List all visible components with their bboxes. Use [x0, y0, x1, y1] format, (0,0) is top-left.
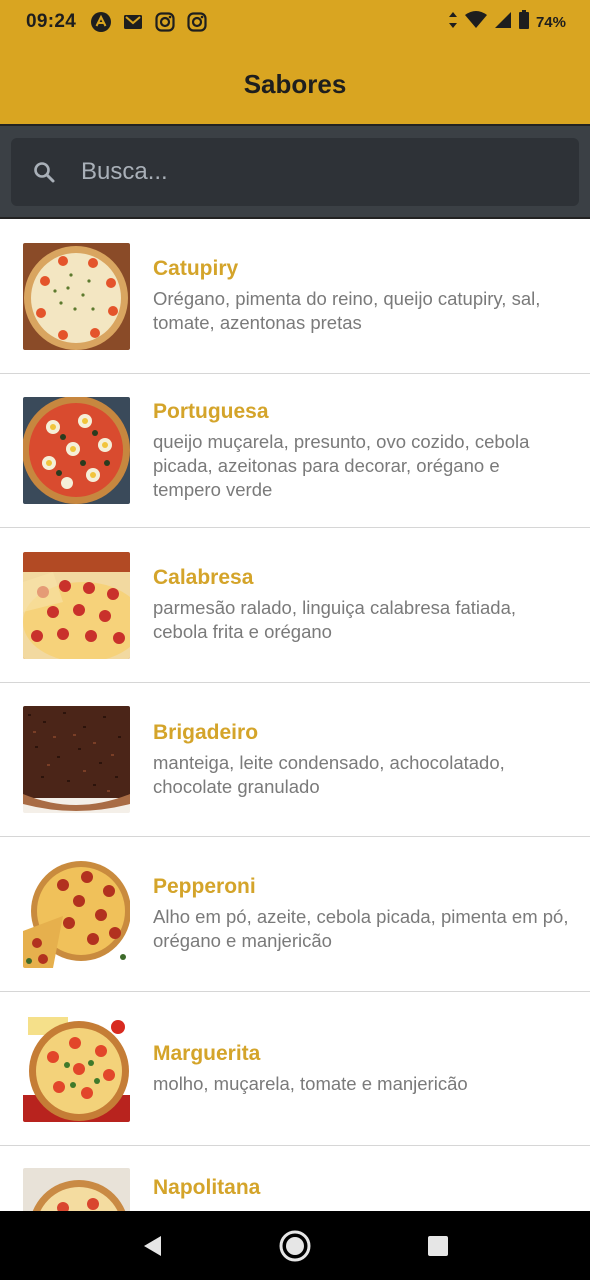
pizza-image — [23, 1168, 130, 1211]
flavor-list: Catupiry Orégano, pimenta do reino, quei… — [0, 219, 590, 1211]
flavor-name: Marguerita — [153, 1041, 261, 1065]
app-bar: Sabores — [0, 44, 590, 124]
wifi-icon — [464, 11, 488, 33]
item-text: Brigadeiro manteiga, leite condensado, a… — [153, 721, 570, 799]
item-text: Catupiry Orégano, pimenta do reino, quei… — [153, 257, 570, 335]
flavor-ingredients: manteiga, leite condensado, achocolatado… — [153, 751, 505, 797]
pizza-image — [23, 706, 130, 813]
home-icon[interactable] — [275, 1226, 315, 1266]
pizza-image — [23, 397, 130, 504]
search-bar — [0, 124, 590, 219]
notification-icons — [90, 11, 208, 33]
recents-icon[interactable] — [418, 1226, 458, 1266]
item-text: Marguerita molho, muçarela, tomate e man… — [153, 1042, 570, 1096]
list-item[interactable]: Brigadeiro manteiga, leite condensado, a… — [0, 683, 590, 837]
signal-icon — [494, 11, 512, 33]
gmail-icon — [122, 11, 144, 33]
data-arrows-icon — [448, 11, 458, 33]
flavor-name: Pepperoni — [153, 875, 256, 898]
list-item[interactable]: Portuguesa queijo muçarela, presunto, ov… — [0, 374, 590, 528]
instagram-icon — [186, 11, 208, 33]
page-title: Sabores — [243, 68, 347, 99]
flavor-ingredients: Alho em pó, azeite, cebola picada, pimen… — [153, 906, 569, 951]
status-bar: 09:24 74% — [0, 0, 590, 44]
battery-percent: 74% — [535, 13, 566, 31]
search-box[interactable] — [11, 138, 579, 206]
pizza-image — [23, 1015, 130, 1122]
list-item[interactable]: Napolitana — [0, 1146, 590, 1211]
item-text: Portuguesa queijo muçarela, presunto, ov… — [153, 400, 570, 502]
flavor-name: Calabresa — [153, 566, 254, 589]
flavor-name: Catupiry — [153, 257, 239, 280]
aptoide-icon — [90, 11, 112, 33]
item-text: Calabresa parmesão ralado, linguiça cala… — [153, 566, 570, 644]
flavor-ingredients: Orégano, pimenta do reino, queijo catupi… — [153, 288, 541, 333]
battery-icon — [518, 10, 530, 34]
list-item[interactable]: Pepperoni Alho em pó, azeite, cebola pic… — [0, 837, 590, 992]
system-icons: 74% — [448, 10, 566, 34]
flavor-ingredients: queijo muçarela, presunto, ovo cozido, c… — [153, 430, 530, 500]
flavor-name: Portuguesa — [153, 399, 269, 423]
list-item[interactable]: Catupiry Orégano, pimenta do reino, quei… — [0, 219, 590, 374]
list-item[interactable]: Marguerita molho, muçarela, tomate e man… — [0, 992, 590, 1146]
navigation-bar — [0, 1211, 590, 1280]
flavor-name: Napolitana — [153, 1176, 261, 1199]
flavor-ingredients: parmesão ralado, linguiça calabresa fati… — [153, 597, 517, 642]
search-input[interactable] — [81, 158, 561, 186]
list-item[interactable]: Calabresa parmesão ralado, linguiça cala… — [0, 528, 590, 683]
pizza-image — [23, 860, 130, 968]
flavor-ingredients: molho, muçarela, tomate e manjericão — [153, 1072, 468, 1094]
pizza-image — [23, 551, 130, 659]
pizza-image — [23, 242, 130, 350]
status-time: 09:24 — [26, 11, 77, 32]
instagram-icon — [154, 11, 176, 33]
item-text: Napolitana — [153, 1168, 570, 1206]
back-icon[interactable] — [132, 1226, 172, 1266]
search-icon — [29, 157, 59, 187]
item-text: Pepperoni Alho em pó, azeite, cebola pic… — [153, 875, 570, 953]
flavor-name: Brigadeiro — [153, 720, 259, 744]
